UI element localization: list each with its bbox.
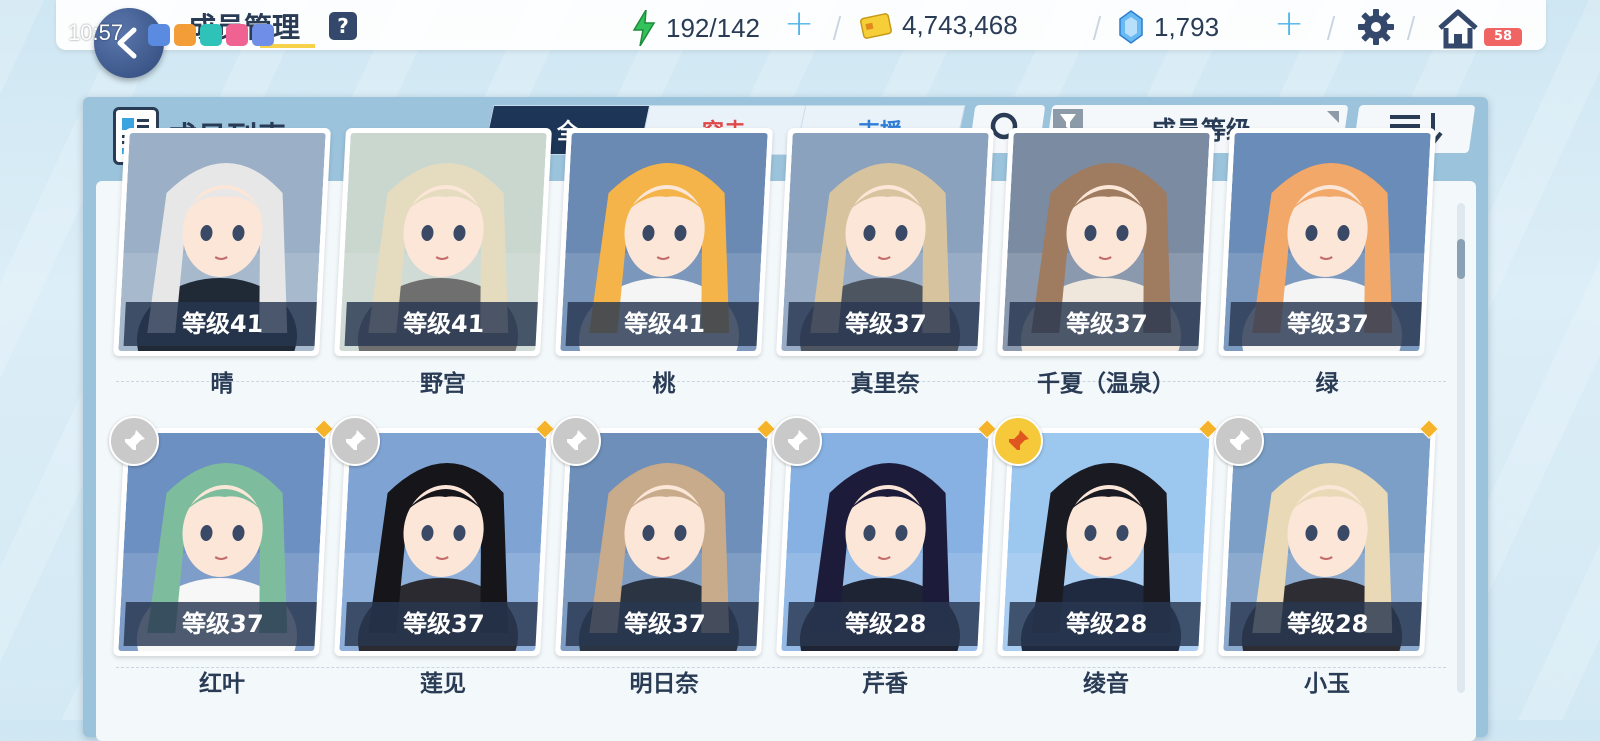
- add-gems-button[interactable]: +: [1274, 6, 1304, 42]
- app-notification-icon: [148, 24, 170, 46]
- gem-icon: [1119, 10, 1143, 44]
- lightning-icon: [632, 10, 656, 46]
- student-portrait: 等级37: [118, 433, 326, 651]
- add-ap-button[interactable]: +: [784, 6, 814, 42]
- student-card[interactable]: 等级41 晴: [113, 128, 331, 397]
- student-name: 小玉: [1304, 671, 1350, 697]
- card-frame: 等级37: [1218, 128, 1436, 356]
- student-name: 明日奈: [629, 671, 699, 697]
- credit-card-icon: [860, 12, 892, 39]
- pin-icon[interactable]: [993, 416, 1043, 466]
- student-name: 芹香: [862, 671, 908, 697]
- student-name: 千夏（温泉）: [1037, 371, 1175, 397]
- ap-value: 192/142: [666, 12, 760, 43]
- student-portrait: 等级28: [1223, 433, 1431, 651]
- student-portrait: 等级28: [781, 433, 989, 651]
- gem-value: 1,793: [1154, 11, 1220, 42]
- student-name: 莲见: [420, 671, 466, 697]
- student-card[interactable]: 等级28 小玉: [1214, 416, 1439, 697]
- student-level: 等级37: [1228, 302, 1427, 346]
- settings-gear-icon[interactable]: [1356, 7, 1396, 47]
- student-level: 等级37: [123, 602, 322, 646]
- student-level: 等级28: [786, 602, 985, 646]
- student-name: 绿: [1315, 371, 1339, 397]
- student-level: 等级37: [565, 602, 764, 646]
- student-portrait: 等级41: [339, 133, 547, 351]
- student-portrait: 等级37: [781, 133, 989, 351]
- student-card[interactable]: 等级28 芹香: [772, 416, 997, 697]
- student-card[interactable]: 等级37 莲见: [330, 416, 555, 697]
- student-card[interactable]: 等级41 桃: [555, 128, 773, 397]
- app-notification-icon: [200, 24, 222, 46]
- student-name: 桃: [652, 371, 676, 397]
- student-name: 野宫: [420, 371, 466, 397]
- help-button[interactable]: ?: [329, 12, 357, 40]
- student-card[interactable]: 等级37 真里奈: [776, 128, 994, 397]
- pin-icon[interactable]: [551, 416, 601, 466]
- status-notification-icons: [148, 24, 274, 46]
- student-card[interactable]: 等级28 绫音: [993, 416, 1218, 697]
- student-card[interactable]: 等级41 野宫: [334, 128, 552, 397]
- card-frame: 等级41: [113, 128, 331, 356]
- student-portrait: 等级41: [560, 133, 768, 351]
- card-frame: 等级41: [334, 128, 552, 356]
- student-level: 等级28: [1007, 602, 1206, 646]
- pin-icon[interactable]: [772, 416, 822, 466]
- student-level: 等级37: [786, 302, 985, 346]
- pin-icon[interactable]: [109, 416, 159, 466]
- home-icon[interactable]: [1436, 6, 1480, 50]
- student-card[interactable]: 等级37 红叶: [109, 416, 334, 697]
- student-portrait: 等级37: [339, 433, 547, 651]
- student-name: 晴: [210, 371, 234, 397]
- student-level: 等级28: [1228, 602, 1427, 646]
- gem-counter: 1,793: [1118, 10, 1219, 44]
- student-level: 等级41: [344, 302, 543, 346]
- pin-icon[interactable]: [1214, 416, 1264, 466]
- credit-counter: 4,743,468: [860, 10, 1018, 41]
- credit-value: 4,743,468: [902, 10, 1018, 40]
- card-frame: 等级41: [555, 128, 773, 356]
- card-frame: 等级37: [776, 128, 994, 356]
- battery-indicator: 58: [1484, 28, 1522, 46]
- status-time: 10:57: [68, 20, 124, 45]
- student-level: 等级41: [565, 302, 764, 346]
- student-name: 红叶: [199, 671, 245, 697]
- student-portrait: 等级37: [1223, 133, 1431, 351]
- app-notification-icon: [174, 24, 196, 46]
- card-frame: 等级37: [997, 128, 1215, 356]
- student-card[interactable]: 等级37 千夏（温泉）: [997, 128, 1215, 397]
- pin-icon[interactable]: [330, 416, 380, 466]
- scrollbar-thumb[interactable]: [1457, 239, 1465, 279]
- scrollbar[interactable]: [1457, 203, 1465, 693]
- student-portrait: 等级37: [560, 433, 768, 651]
- student-level: 等级41: [123, 302, 322, 346]
- ap-counter: 192/142: [632, 10, 760, 46]
- student-name: 绫音: [1083, 671, 1129, 697]
- student-portrait: 等级28: [1002, 433, 1210, 651]
- student-card[interactable]: 等级37 明日奈: [551, 416, 776, 697]
- student-card[interactable]: 等级37 绿: [1218, 128, 1436, 397]
- app-notification-icon: [252, 24, 274, 46]
- student-portrait: 等级37: [1002, 133, 1210, 351]
- student-level: 等级37: [1007, 302, 1206, 346]
- student-level: 等级37: [344, 602, 543, 646]
- app-notification-icon: [226, 24, 248, 46]
- student-portrait: 等级41: [118, 133, 326, 351]
- student-name: 真里奈: [850, 371, 920, 397]
- dropdown-corner-icon: [1327, 111, 1339, 123]
